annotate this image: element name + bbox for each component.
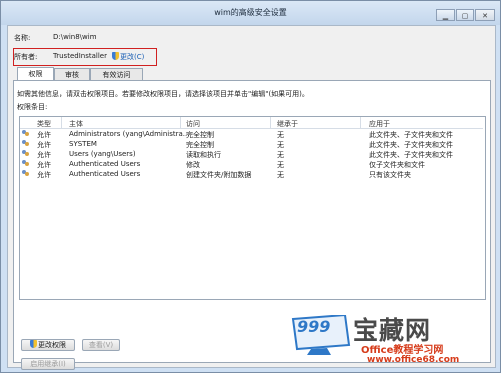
watermark-url: www.office68.com (367, 355, 460, 365)
col-access[interactable]: 访问 (186, 119, 200, 129)
watermark-tagline: Office教程学习网 (361, 345, 444, 356)
table-row[interactable]: 允许 Authenticated Users 创建文件夹/附加数据 无 只有该文… (20, 169, 483, 179)
table-row[interactable]: 允许 SYSTEM 完全控制 无 此文件夹、子文件夹和文件 (20, 139, 483, 149)
change-permissions-button[interactable]: 更改权限 (21, 339, 75, 351)
change-owner-link[interactable]: 更改(C) (112, 52, 144, 62)
user-group-icon (22, 130, 30, 137)
row-inherited-from: 无 (277, 171, 284, 179)
uac-shield-icon (30, 340, 37, 348)
row-principal: Authenticated Users (69, 170, 141, 178)
col-type[interactable]: 类型 (37, 119, 51, 129)
table-row[interactable]: 允许 Users (yang\Users) 读取和执行 无 此文件夹、子文件夹和… (20, 149, 483, 159)
window-title: wim的高级安全设置 (214, 8, 287, 17)
user-group-icon (22, 170, 30, 177)
change-permissions-label: 更改权限 (38, 341, 66, 349)
row-principal: Administrators (yang\Administra... (69, 130, 190, 138)
change-owner-label: 更改(C) (120, 53, 145, 61)
row-principal: Authenticated Users (69, 160, 141, 168)
name-label: 名称: (14, 34, 31, 42)
title-bar: wim的高级安全设置 ▁ ▢ ✕ (1, 1, 500, 25)
owner-label: 所有者: (14, 53, 38, 61)
row-principal: Users (yang\Users) (69, 150, 136, 158)
view-button[interactable]: 查看(V) (82, 339, 120, 351)
tab-permissions[interactable]: 权限 (17, 67, 54, 81)
permission-entries-list[interactable]: 类型 主体 访问 继承于 应用于 允许 Administrators (yang… (19, 116, 486, 300)
owner-value: TrustedInstaller (53, 52, 107, 60)
maximize-icon[interactable]: ▢ (456, 9, 474, 21)
watermark-number: 999 (297, 317, 331, 336)
col-inherited-from[interactable]: 继承于 (277, 119, 298, 129)
user-group-icon (22, 160, 30, 167)
user-group-icon (22, 150, 30, 157)
close-icon[interactable]: ✕ (475, 9, 495, 21)
list-header: 类型 主体 访问 继承于 应用于 (20, 117, 483, 129)
enable-inheritance-button[interactable]: 启用继承(I) (21, 358, 75, 370)
uac-shield-icon (112, 52, 119, 60)
row-principal: SYSTEM (69, 140, 97, 148)
table-row[interactable]: 允许 Authenticated Users 修改 无 仅子文件夹和文件 (20, 159, 483, 169)
row-type: 允许 (37, 171, 51, 179)
user-group-icon (22, 140, 30, 147)
name-value: D:\win8\wim (53, 33, 97, 41)
instructions-text: 如需其他信息，请双击权限项目。若要修改权限项目，请选择该项目并单击"编辑"(如果… (17, 90, 309, 98)
table-row[interactable]: 允许 Administrators (yang\Administra... 完全… (20, 129, 483, 139)
site-watermark: 999 宝藏网 Office教程学习网 www.office68.com (287, 311, 499, 371)
minimize-icon[interactable]: ▁ (436, 9, 455, 21)
col-applies-to[interactable]: 应用于 (369, 119, 390, 129)
row-applies-to: 只有该文件夹 (369, 171, 411, 179)
col-principal[interactable]: 主体 (69, 119, 83, 129)
row-access: 创建文件夹/附加数据 (186, 171, 252, 179)
entries-label: 权限条目: (17, 103, 48, 111)
